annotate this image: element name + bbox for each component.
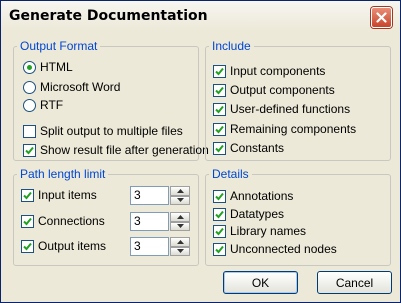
arrow-up-icon: [176, 239, 184, 244]
details-annotations-checkbox[interactable]: Annotations: [213, 188, 293, 204]
path-connections-box[interactable]: [21, 214, 34, 228]
include-user-defined-functions-label: User-defined functions: [230, 102, 351, 116]
arrow-down-icon: [176, 224, 184, 229]
arrow-down-icon: [176, 198, 184, 203]
checkmark-icon: [215, 125, 224, 133]
path-output-items-label: Output items: [38, 239, 107, 253]
radio-html[interactable]: HTML: [23, 59, 73, 75]
input-items-down-button[interactable]: [170, 195, 190, 205]
show-result-label: Show result file after generation: [40, 143, 209, 157]
details-unconnected-nodes-checkbox[interactable]: Unconnected nodes: [213, 241, 337, 257]
include-output-components-label: Output components: [230, 83, 335, 97]
include-remaining-components-box[interactable]: [213, 122, 226, 136]
radio-microsoft-word[interactable]: Microsoft Word: [23, 79, 120, 95]
title-bar: Generate Documentation: [1, 1, 400, 31]
details-unconnected-nodes-label: Unconnected nodes: [230, 242, 337, 256]
cancel-button[interactable]: Cancel: [317, 271, 392, 294]
checkmark-icon: [23, 217, 32, 225]
input-items-stepper[interactable]: 3: [130, 186, 190, 205]
radio-rtf-control[interactable]: [23, 98, 36, 112]
input-items-up-button[interactable]: [170, 186, 190, 196]
radio-microsoft-word-control[interactable]: [23, 80, 36, 94]
details-legend: Details: [212, 167, 249, 181]
close-icon: [376, 12, 387, 23]
include-constants-box[interactable]: [213, 141, 226, 155]
include-constants-label: Constants: [230, 141, 285, 155]
input-items-field[interactable]: 3: [130, 186, 169, 205]
checkmark-icon: [25, 146, 34, 154]
include-user-defined-functions-checkbox[interactable]: User-defined functions: [213, 101, 350, 117]
path-connections-label: Connections: [38, 214, 105, 228]
generate-documentation-dialog: Generate Documentation Output Format HTM…: [0, 0, 401, 303]
checkmark-icon: [23, 191, 32, 199]
output-items-down-button[interactable]: [170, 246, 190, 256]
details-datatypes-box[interactable]: [213, 207, 226, 221]
checkmark-icon: [215, 245, 224, 253]
details-datatypes-checkbox[interactable]: Datatypes: [213, 206, 284, 222]
include-input-components-label: Input components: [230, 64, 326, 78]
include-output-components-checkbox[interactable]: Output components: [213, 82, 335, 98]
details-unconnected-nodes-box[interactable]: [213, 242, 226, 256]
output-items-field[interactable]: 3: [130, 237, 169, 256]
path-length-legend: Path length limit: [20, 167, 106, 181]
radio-html-control[interactable]: [23, 60, 36, 74]
path-output-items-checkbox[interactable]: Output items: [21, 238, 106, 254]
include-remaining-components-checkbox[interactable]: Remaining components: [213, 121, 356, 137]
path-output-items-box[interactable]: [21, 239, 34, 253]
show-result-box[interactable]: [23, 143, 36, 157]
details-library-names-checkbox[interactable]: Library names: [213, 223, 306, 239]
details-datatypes-label: Datatypes: [230, 207, 285, 221]
checkmark-icon: [215, 227, 224, 235]
details-library-names-box[interactable]: [213, 224, 226, 238]
include-constants-checkbox[interactable]: Constants: [213, 140, 284, 156]
split-output-label: Split output to multiple files: [40, 124, 183, 138]
checkmark-icon: [215, 210, 224, 218]
checkmark-icon: [215, 192, 224, 200]
include-user-defined-functions-box[interactable]: [213, 102, 226, 116]
radio-rtf[interactable]: RTF: [23, 97, 63, 113]
radio-microsoft-word-label: Microsoft Word: [40, 80, 121, 94]
output-format-legend: Output Format: [20, 39, 98, 53]
radio-rtf-label: RTF: [40, 98, 64, 112]
connections-up-button[interactable]: [170, 212, 190, 222]
details-annotations-box[interactable]: [213, 189, 226, 203]
output-items-up-button[interactable]: [170, 237, 190, 247]
path-connections-checkbox[interactable]: Connections: [21, 213, 105, 229]
connections-down-button[interactable]: [170, 221, 190, 231]
radio-html-label: HTML: [40, 60, 73, 74]
details-annotations-label: Annotations: [230, 189, 294, 203]
include-input-components-checkbox[interactable]: Input components: [213, 63, 325, 79]
ok-button[interactable]: OK: [223, 271, 298, 294]
checkmark-icon: [215, 105, 224, 113]
close-button[interactable]: [371, 7, 392, 28]
connections-stepper[interactable]: 3: [130, 212, 190, 231]
checkmark-icon: [23, 242, 32, 250]
window-title: Generate Documentation: [9, 8, 208, 24]
include-remaining-components-label: Remaining components: [230, 122, 357, 136]
checkmark-icon: [215, 67, 224, 75]
include-legend: Include: [212, 39, 251, 53]
path-input-items-checkbox[interactable]: Input items: [21, 187, 97, 203]
checkmark-icon: [215, 86, 224, 94]
show-result-checkbox[interactable]: Show result file after generation: [23, 142, 209, 158]
connections-field[interactable]: 3: [130, 212, 169, 231]
checkmark-icon: [215, 144, 224, 152]
details-library-names-label: Library names: [230, 224, 307, 238]
split-output-box[interactable]: [23, 124, 36, 138]
output-items-stepper[interactable]: 3: [130, 237, 190, 256]
arrow-up-icon: [176, 188, 184, 193]
include-output-components-box[interactable]: [213, 83, 226, 97]
arrow-up-icon: [176, 214, 184, 219]
path-input-items-label: Input items: [38, 188, 97, 202]
arrow-down-icon: [176, 249, 184, 254]
include-input-components-box[interactable]: [213, 64, 226, 78]
path-input-items-box[interactable]: [21, 188, 34, 202]
split-output-checkbox[interactable]: Split output to multiple files: [23, 123, 183, 139]
